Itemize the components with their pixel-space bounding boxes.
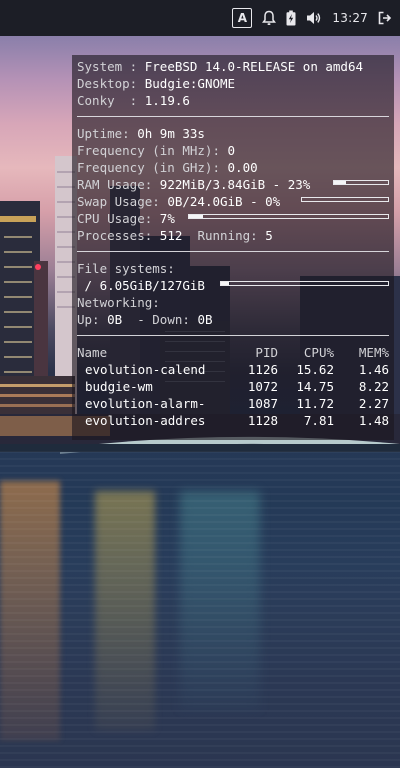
keyboard-layout-indicator[interactable]: A	[232, 8, 253, 28]
conky-version-row: Conky : 1.19.6	[77, 92, 389, 109]
swap-usage-value: 0B/24.0GiB - 0%	[167, 194, 281, 209]
process-pid: 1126	[247, 362, 278, 377]
clock-applet[interactable]: 13:27	[332, 8, 368, 28]
process-name: budgie-wm	[85, 379, 153, 394]
ram-usage-value: 922MiB/3.84GiB - 23%	[159, 177, 311, 192]
process-row: budgie-wm 1072 14.75 8.22	[77, 378, 389, 395]
swap-usage-label: Swap Usage:	[77, 194, 160, 209]
running-label: Running:	[197, 228, 258, 243]
volume-control[interactable]	[306, 8, 322, 28]
uptime-label: Uptime:	[77, 126, 130, 141]
notification-bell-icon	[262, 10, 277, 25]
download-label: - Down:	[137, 312, 190, 327]
running-value: 5	[265, 228, 273, 243]
filesystems-header-row: File systems:	[77, 260, 389, 277]
process-pid: 1087	[247, 396, 278, 411]
ram-usage-label: RAM Usage:	[77, 177, 153, 192]
uptime-value: 0h 9m 33s	[137, 126, 205, 141]
cpu-usage-row: CPU Usage: 7%	[77, 210, 389, 227]
processes-label: Processes:	[77, 228, 153, 243]
process-mem: 8.22	[358, 379, 389, 394]
user-menu-button[interactable]	[378, 8, 392, 28]
desktop-row: Desktop: Budgie:GNOME	[77, 75, 389, 92]
water-shimmer	[0, 451, 400, 768]
cpu-usage-label: CPU Usage:	[77, 211, 153, 226]
column-header-mem: MEM%	[358, 345, 389, 360]
swap-usage-bar	[301, 197, 389, 202]
process-mem: 1.48	[358, 413, 389, 428]
column-header-pid: PID	[255, 345, 278, 360]
filesystems-label: File systems:	[77, 261, 175, 276]
ram-usage-row: RAM Usage: 922MiB/3.84GiB - 23%	[77, 176, 389, 193]
process-name: evolution-addres	[85, 413, 206, 428]
frequency-mhz-label: Frequency (in MHz):	[77, 143, 220, 158]
system-value: FreeBSD 14.0-RELEASE on amd64	[144, 59, 363, 74]
conky-label: Conky :	[77, 93, 138, 108]
process-pid: 1072	[247, 379, 278, 394]
logout-icon	[378, 11, 392, 25]
system-label: System :	[77, 59, 138, 74]
volume-icon	[307, 12, 321, 24]
frequency-ghz-row: Frequency (in GHz): 0.00	[77, 159, 389, 176]
upload-label: Up:	[77, 312, 100, 327]
battery-icon	[286, 10, 296, 26]
frequency-ghz-label: Frequency (in GHz):	[77, 160, 220, 175]
process-cpu: 15.62	[296, 362, 334, 377]
clock-text: 13:27	[332, 11, 368, 25]
divider	[77, 251, 389, 252]
upload-value: 0B	[107, 312, 123, 327]
system-row: System : FreeBSD 14.0-RELEASE on amd64	[77, 58, 389, 75]
process-table-header: Name PID CPU% MEM%	[77, 344, 389, 361]
processes-row: Processes: 512 Running: 5	[77, 227, 389, 244]
process-mem: 1.46	[358, 362, 389, 377]
swap-usage-row: Swap Usage: 0B/24.0GiB - 0%	[77, 193, 389, 210]
desktop-value: Budgie:GNOME	[144, 76, 236, 91]
cpu-usage-bar-fill	[189, 215, 203, 218]
process-row: evolution-calend 1126 15.62 1.46	[77, 361, 389, 378]
process-row: evolution-alarm- 1087 11.72 2.27	[77, 395, 389, 412]
frequency-mhz-row: Frequency (in MHz): 0	[77, 142, 389, 159]
networking-header-row: Networking:	[77, 294, 389, 311]
root-filesystem-value: / 6.05GiB/127GiB	[84, 278, 205, 293]
process-cpu: 7.81	[303, 413, 334, 428]
process-name: evolution-alarm-	[85, 396, 206, 411]
processes-value: 512	[159, 228, 183, 243]
keyboard-layout-icon: A	[232, 8, 253, 28]
conky-version-value: 1.19.6	[144, 93, 190, 108]
divider	[77, 335, 389, 336]
column-header-name: Name	[77, 345, 108, 360]
process-row: evolution-addres 1128 7.81 1.48	[77, 412, 389, 429]
battery-indicator[interactable]	[286, 8, 296, 28]
process-mem: 2.27	[358, 396, 389, 411]
cpu-usage-bar	[188, 214, 389, 219]
frequency-mhz-value: 0	[227, 143, 236, 158]
download-value: 0B	[197, 312, 213, 327]
conky-system-monitor: System : FreeBSD 14.0-RELEASE on amd64 D…	[72, 55, 394, 440]
process-cpu: 11.72	[296, 396, 334, 411]
root-filesystem-bar	[220, 281, 389, 286]
ram-usage-bar-fill	[334, 181, 347, 184]
frequency-ghz-value: 0.00	[227, 160, 258, 175]
process-cpu: 14.75	[296, 379, 334, 394]
cpu-usage-value: 7%	[159, 211, 175, 226]
notifications-button[interactable]	[262, 8, 277, 28]
process-pid: 1128	[247, 413, 278, 428]
root-filesystem-row: / 6.05GiB/127GiB	[77, 277, 389, 294]
process-name: evolution-calend	[85, 362, 206, 377]
divider	[77, 116, 389, 117]
networking-label: Networking:	[77, 295, 160, 310]
top-panel: A 13:27	[0, 0, 400, 36]
uptime-row: Uptime: 0h 9m 33s	[77, 125, 389, 142]
desktop-label: Desktop:	[77, 76, 138, 91]
ram-usage-bar	[333, 180, 389, 185]
network-traffic-row: Up: 0B - Down: 0B	[77, 311, 389, 328]
root-filesystem-bar-fill	[221, 282, 230, 285]
column-header-cpu: CPU%	[303, 345, 334, 360]
